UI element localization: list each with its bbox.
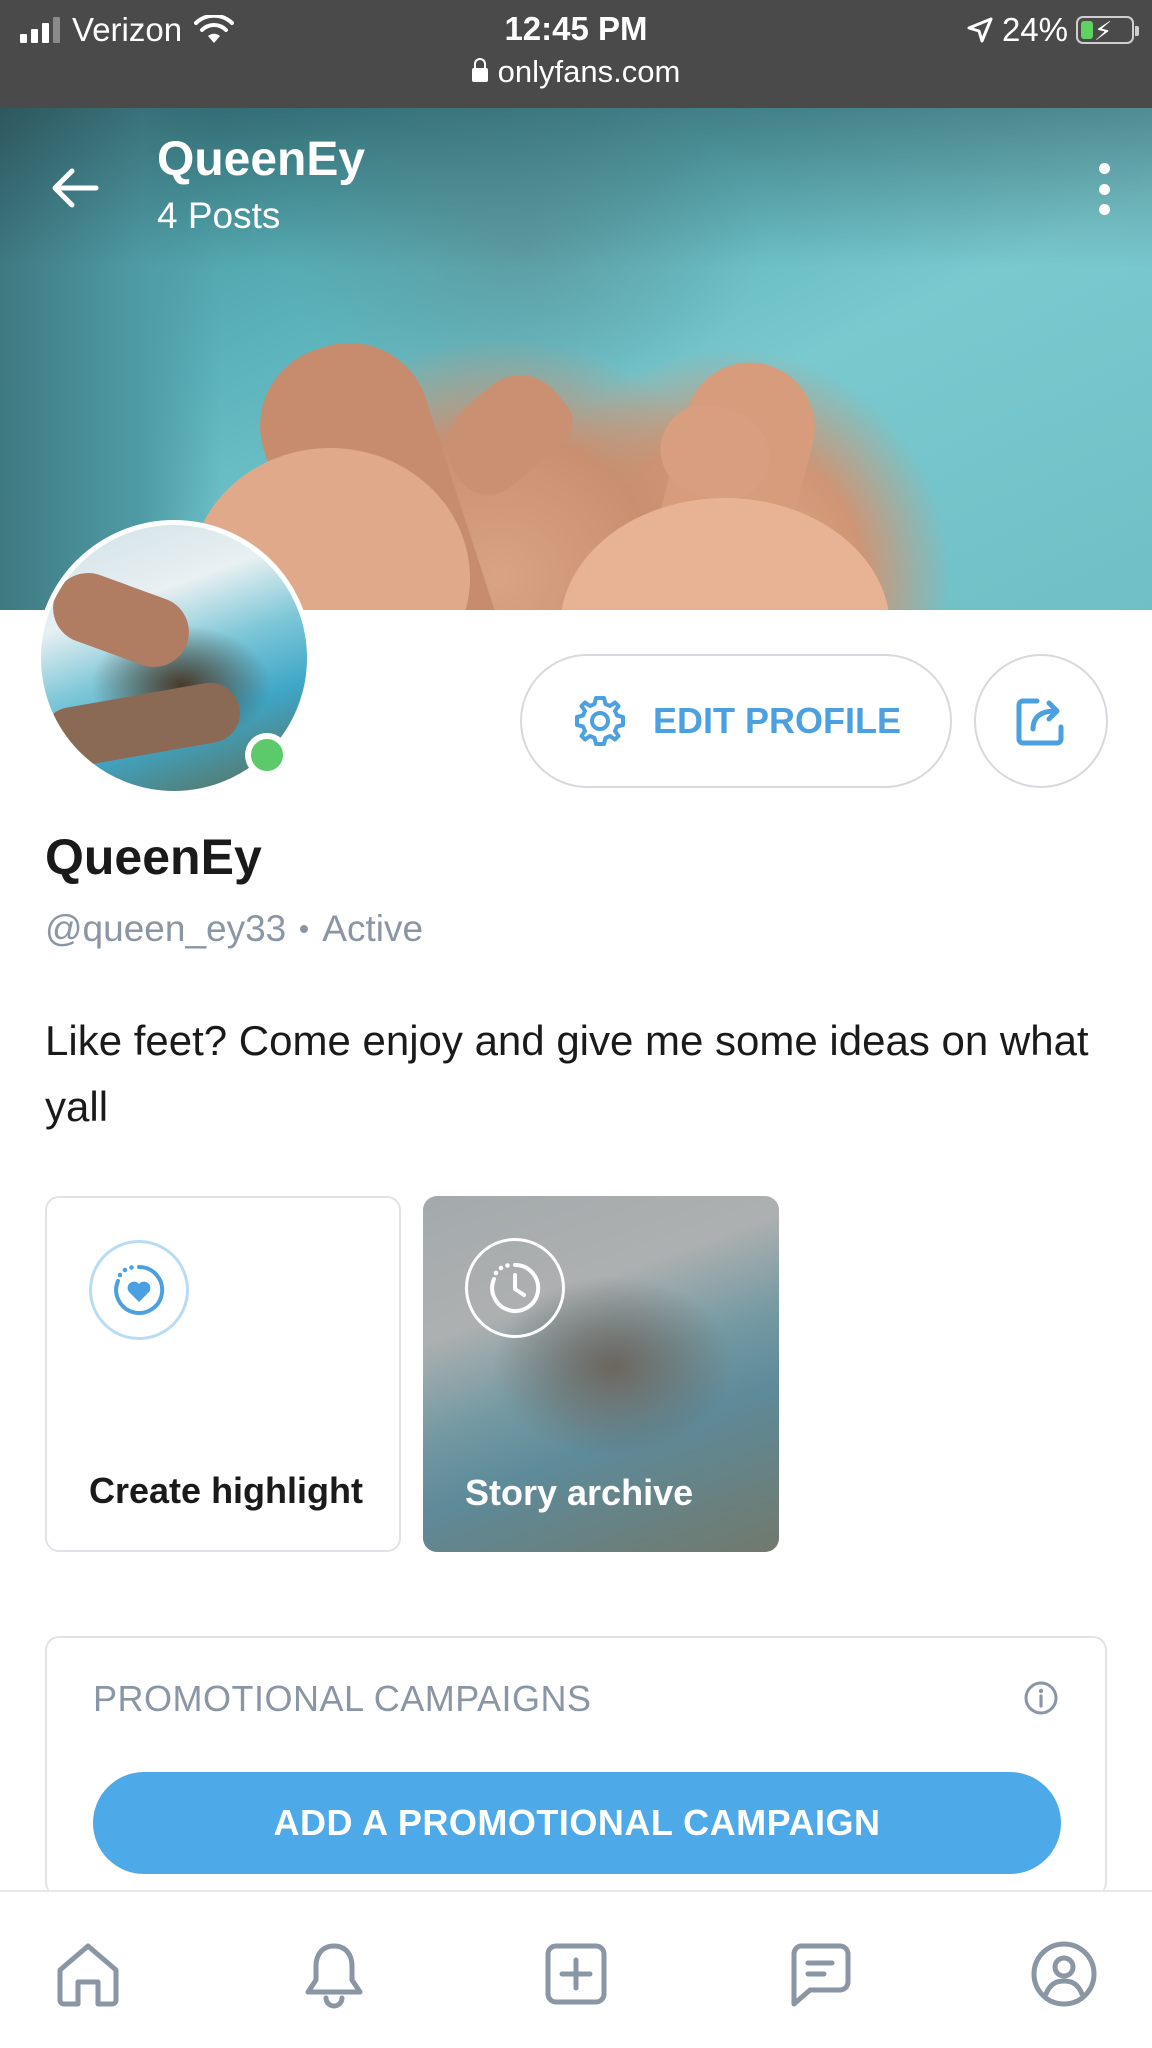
nav-home[interactable] [48,1934,128,2014]
home-icon [57,1943,119,2007]
arrow-left-icon [52,168,99,208]
create-highlight-card[interactable]: Create highlight [45,1196,401,1552]
share-button[interactable] [974,654,1108,788]
bottom-nav [0,1890,1152,2048]
nav-profile[interactable] [1024,1934,1104,2014]
story-archive-card[interactable]: Story archive [423,1196,779,1552]
highlight-label: Story archive [465,1472,694,1513]
profile-icon [1031,1941,1097,2007]
url-text: onlyfans.com [497,54,681,89]
gear-icon [574,696,625,746]
nav-messages[interactable] [780,1934,860,2014]
heart-progress-icon [89,1240,189,1340]
status-right: 24% ⚡ [966,10,1139,50]
lock-icon [471,58,488,82]
separator-dot [300,925,309,933]
post-count: 4 Posts [157,195,281,236]
edit-profile-button[interactable]: EDIT PROFILE [520,654,952,788]
profile-handle: @queen_ey33 [45,908,287,949]
plus-square-icon [545,1943,607,2005]
chat-icon [791,1943,851,2007]
online-status-dot [245,733,289,777]
promo-title: PROMOTIONAL CAMPAIGNS [93,1678,592,1719]
activity-status: Active [322,908,424,949]
highlight-label: Create highlight [89,1470,364,1511]
url-bar[interactable]: onlyfans.com [0,54,1152,90]
info-icon[interactable] [1023,1680,1059,1716]
location-arrow-icon [967,17,993,43]
nav-new-post[interactable] [536,1934,616,2014]
share-icon [1016,698,1064,746]
battery-percent: 24% [1001,11,1068,48]
profile-top-nav: QueenEy 4 Posts [0,108,1152,258]
back-button[interactable] [46,158,106,218]
header-title: QueenEy [157,133,366,186]
promotional-campaigns-card: PROMOTIONAL CAMPAIGNS ADD A PROMOTIONAL … [45,1636,1107,1896]
nav-notifications[interactable] [294,1934,374,2014]
battery-icon: ⚡ [1076,16,1139,46]
header-title-block: QueenEy 4 Posts [157,132,365,237]
add-promotional-campaign-button[interactable]: ADD A PROMOTIONAL CAMPAIGN [93,1772,1061,1874]
bell-icon [305,1943,363,2009]
edit-profile-label: EDIT PROFILE [652,700,901,741]
profile-name: QueenEy [45,829,262,885]
profile-bio: Like feet? Come enjoy and give me some i… [45,1017,1089,1130]
profile-handle-row: @queen_ey33 Active [45,908,423,950]
status-bar: Verizon 12:45 PM 24% ⚡ onlyfans.com [0,0,1152,108]
more-options-button[interactable] [1096,163,1112,215]
clock-history-icon [465,1238,565,1338]
